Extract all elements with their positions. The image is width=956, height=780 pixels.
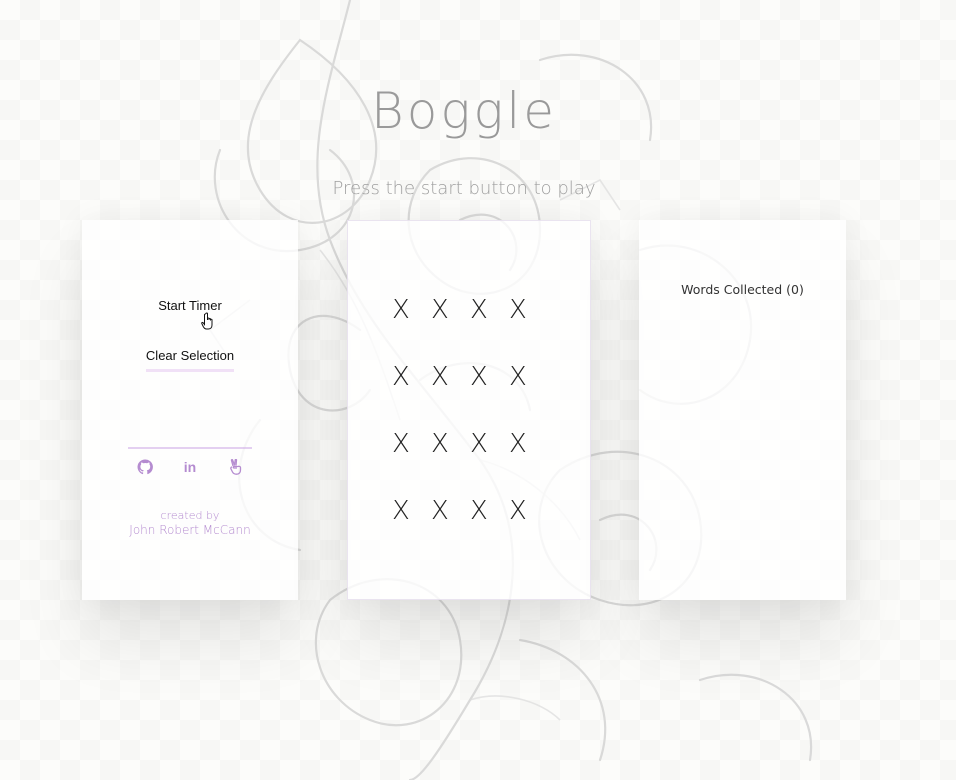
clear-selection-button[interactable]: Clear Selection [82,348,298,372]
hand-pointer-icon [201,312,213,330]
clear-selection-label: Clear Selection [145,348,235,372]
linkedin-icon: in [183,459,197,475]
board-tile[interactable]: X [470,291,509,358]
author-link[interactable]: John Robert McCann [82,523,298,537]
board-tile[interactable]: X [392,425,431,492]
linkedin-link[interactable]: in [181,458,199,476]
social-divider [128,447,252,449]
board-tile[interactable]: X [509,492,548,559]
words-collected-heading: Words Collected (0) [681,282,804,297]
board-tile[interactable]: X [392,358,431,425]
controls-panel: Start Timer Clear Selection in created b… [82,220,298,600]
board-tile[interactable]: X [470,492,509,559]
start-timer-label: Start Timer [158,298,222,313]
page-subtitle: Press the start button to play [332,178,596,199]
board-tile[interactable]: X [392,492,431,559]
angellist-link[interactable] [227,458,245,476]
board-tile[interactable]: X [431,291,470,358]
words-collected-panel: Words Collected (0) [639,220,846,600]
board-tile[interactable]: X [392,291,431,358]
angellist-icon [230,459,242,475]
board-tile[interactable]: X [509,425,548,492]
board-tile[interactable]: X [431,358,470,425]
start-timer-button[interactable]: Start Timer [82,298,298,313]
boggle-board: X X X X X X X X X X X X X X X X [392,291,548,559]
github-icon [137,459,153,475]
board-tile[interactable]: X [509,291,548,358]
boggle-board-panel: X X X X X X X X X X X X X X X X [347,220,591,600]
board-tile[interactable]: X [509,358,548,425]
page-title: Boggle [371,82,557,140]
board-tile[interactable]: X [470,358,509,425]
github-link[interactable] [136,458,154,476]
board-tile[interactable]: X [431,425,470,492]
board-tile[interactable]: X [470,425,509,492]
created-by-label: created by [160,509,220,522]
board-tile[interactable]: X [431,492,470,559]
